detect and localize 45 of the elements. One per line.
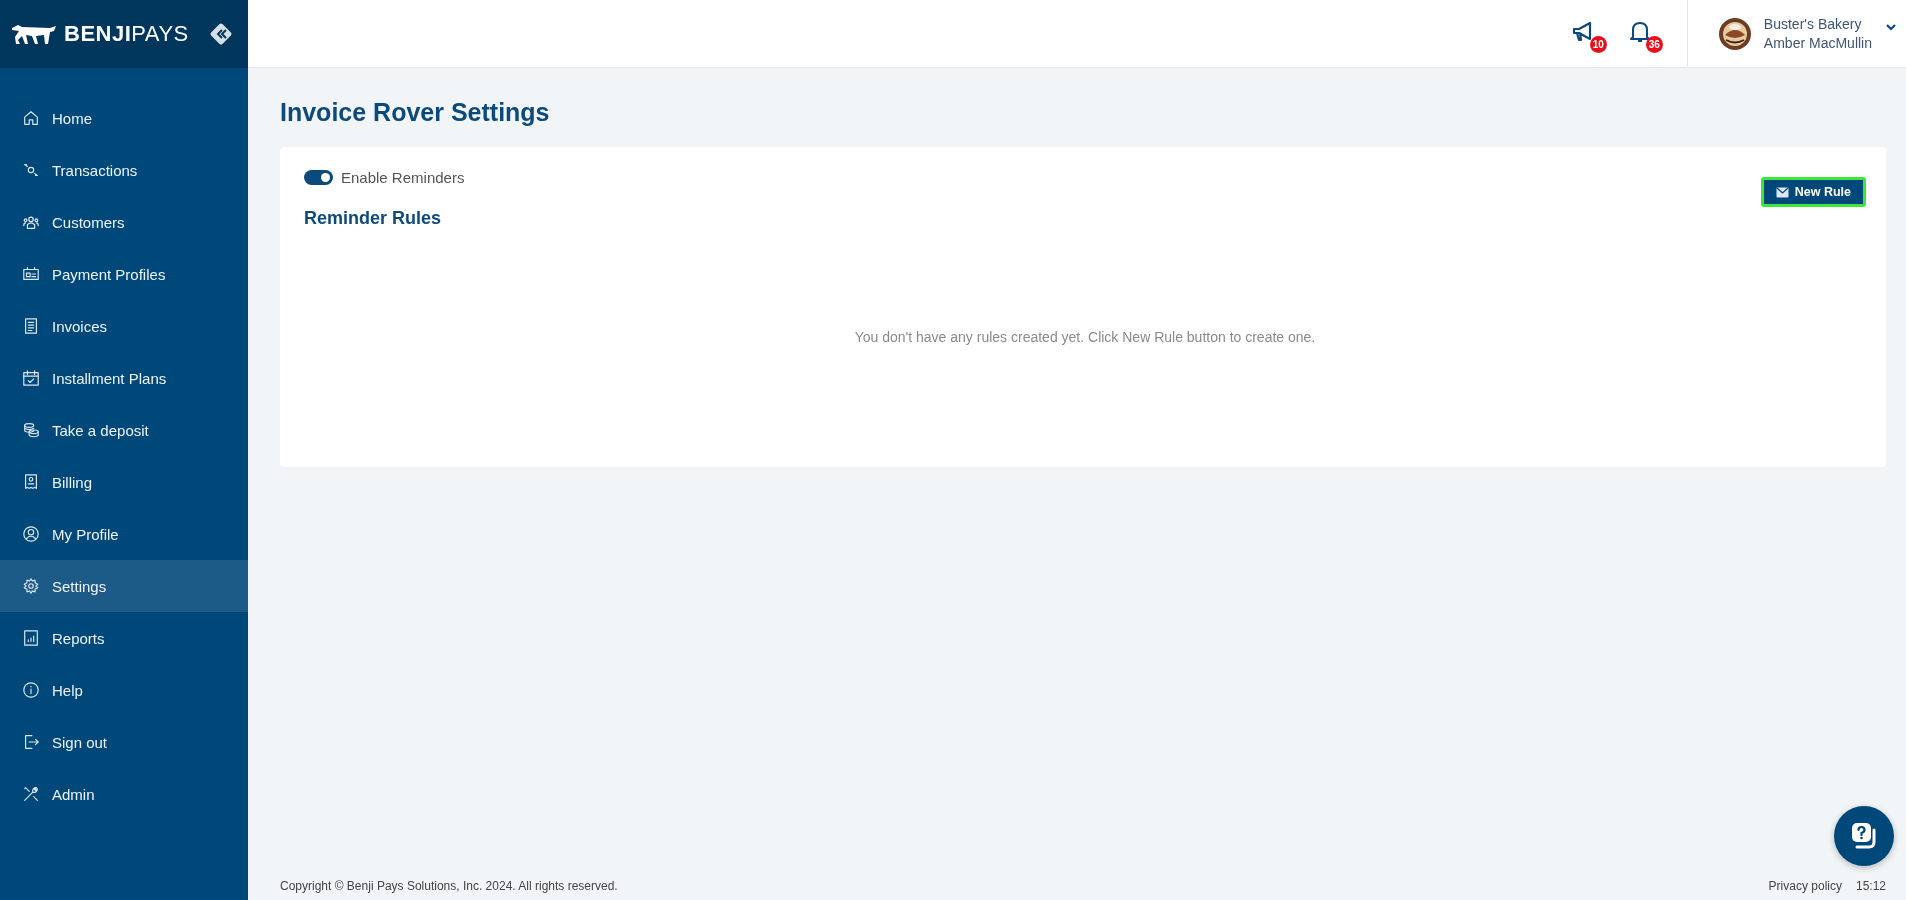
sidebar-item[interactable]: Take a deposit [0, 404, 248, 456]
sidebar-item[interactable]: Installment Plans [0, 352, 248, 404]
count-badge: 36 [1645, 35, 1663, 53]
bar-chart-icon [22, 629, 40, 647]
section-title: Reminder Rules [304, 208, 443, 229]
receipt-icon [22, 473, 40, 491]
toggle-switch[interactable] [304, 170, 333, 185]
time-text: 15:12 [1855, 879, 1886, 893]
sidebar-item[interactable]: Reports [0, 612, 248, 664]
sidebar-item[interactable]: Transactions [0, 144, 248, 196]
sidebar-item[interactable]: Billing [0, 456, 248, 508]
toggle-label: Enable Reminders [341, 169, 465, 186]
sidebar-item[interactable]: Sign out [0, 716, 248, 768]
id-card-icon [22, 265, 40, 283]
empty-state-message: You don't have any rules created yet. Click New Rule button to create one. [853, 329, 1317, 345]
help-button[interactable] [1834, 806, 1894, 866]
sidebar-item[interactable]: Home [0, 92, 248, 144]
sidebar-item[interactable]: Customers [0, 196, 248, 248]
dog-logo-icon [10, 22, 58, 46]
sidebar-item[interactable]: My Profile [0, 508, 248, 560]
envelope-icon [1775, 186, 1789, 198]
info-icon [22, 681, 40, 699]
people-icon [22, 213, 40, 231]
sidebar-item[interactable]: Help [0, 664, 248, 716]
calendar-icon [22, 369, 40, 387]
business-name: Buster's Bakery [1763, 16, 1863, 32]
logo-text: BENJIPAYS [64, 21, 189, 47]
sidebar-item[interactable]: Invoices [0, 300, 248, 352]
tools-icon [22, 785, 40, 803]
settings-icon [22, 577, 40, 595]
sign-out-icon [22, 733, 40, 751]
sidebar-item[interactable]: Payment Profiles [0, 248, 248, 300]
exchange-icon [22, 161, 40, 179]
privacy-policy-link[interactable]: Privacy policy [1768, 879, 1842, 893]
page-title: Invoice Rover Settings [280, 98, 551, 127]
document-icon [22, 317, 40, 335]
sidebar-item[interactable]: Settings [0, 560, 248, 612]
coins-icon [22, 421, 40, 439]
new-rule-button[interactable]: New Rule [1760, 177, 1866, 207]
home-icon [22, 109, 40, 127]
sidebar-item[interactable]: Admin [0, 768, 248, 820]
user-name: Amber MacMullin [1763, 35, 1872, 51]
copyright-text: Copyright © Benji Pays Solutions, Inc. 2024. All rights reserved. [280, 879, 618, 893]
user-circle-icon [22, 525, 40, 543]
count-badge: 10 [1589, 35, 1607, 53]
